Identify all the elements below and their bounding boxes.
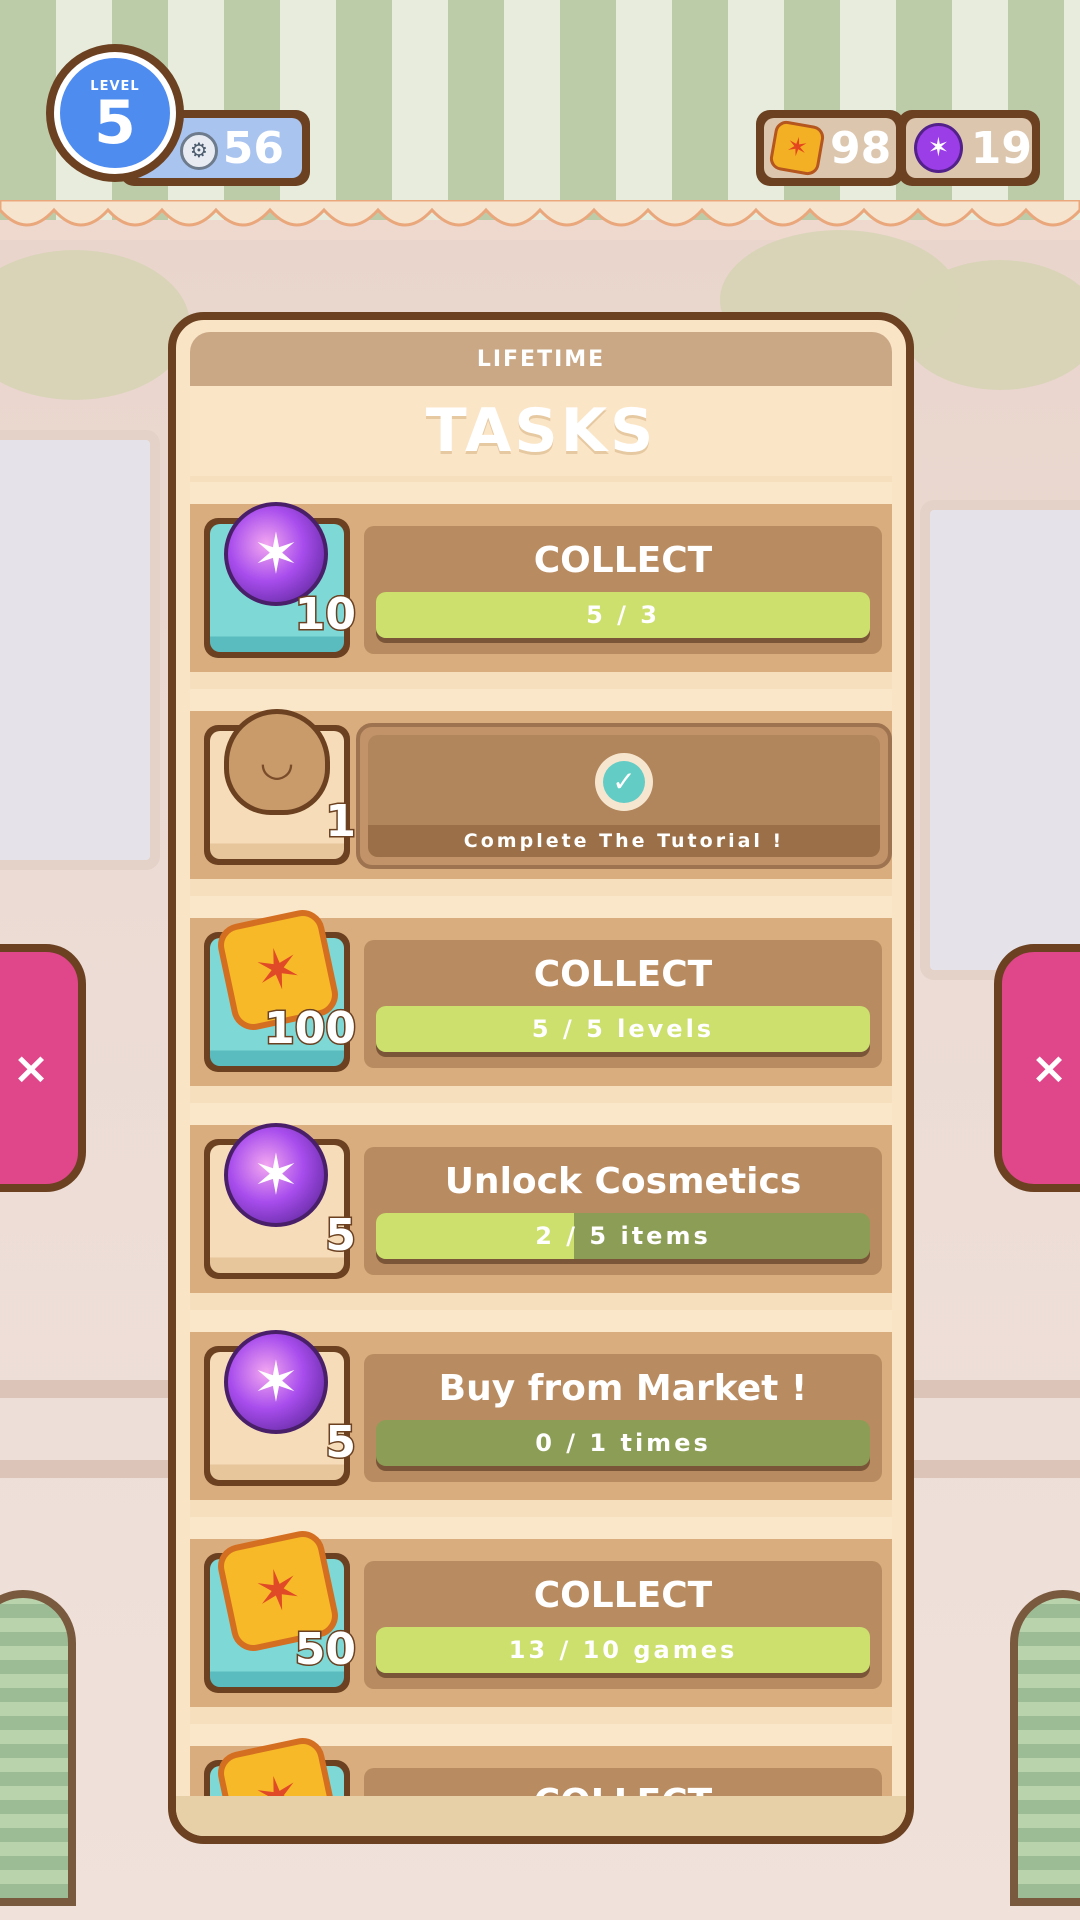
checkmark-icon: ✓	[595, 753, 653, 811]
task-info: COLLECT 5 / 5 levels	[364, 940, 882, 1068]
gem-counter[interactable]: ✶ 19	[898, 110, 1040, 186]
panel-title-text: TASKS	[425, 396, 657, 466]
task-progress-text: 0 / 1 times	[535, 1429, 711, 1457]
gem-value: 19	[970, 122, 1032, 174]
task-row[interactable]: ✶ 10 COLLECT 5 / 3	[190, 482, 892, 672]
reward-tile: ✶ 50	[204, 1526, 358, 1693]
reward-amount: 5	[324, 1209, 358, 1263]
reward-amount: 10	[293, 588, 357, 642]
background-plant	[0, 1590, 76, 1906]
panel-bottom-edge	[176, 1796, 906, 1836]
task-info: Buy from Market ! 0 / 1 times	[364, 1354, 882, 1482]
purple-gem-icon: ✶	[224, 1123, 328, 1227]
completed-task-label: Complete The Tutorial !	[368, 825, 880, 857]
panel-title: TASKS	[190, 386, 892, 476]
right-close-button[interactable]: ×	[994, 944, 1080, 1192]
reward-amount: 1	[324, 795, 358, 849]
coin-value: 98	[830, 122, 892, 174]
task-row[interactable]: ✶ 5 Buy from Market ! 0 / 1 times	[190, 1310, 892, 1500]
background-window	[0, 430, 160, 870]
task-progress-text: 2 / 5 items	[535, 1222, 711, 1250]
close-icon: ×	[12, 1042, 50, 1094]
reward-amount: 100	[263, 1002, 358, 1056]
task-row[interactable]: ✶ 5 Unlock Cosmetics 2 / 5 items	[190, 1103, 892, 1293]
purple-gem-icon: ✶	[224, 1330, 328, 1434]
reward-tile: ✶ 5	[204, 1123, 357, 1279]
task-progress-text: 5 / 3	[586, 601, 660, 629]
awning-scalloped-edge	[0, 200, 1080, 227]
level-number: 5	[94, 87, 136, 158]
reward-tile: ◡ 1	[204, 709, 357, 865]
purple-gem-icon: ✶	[914, 123, 963, 173]
reward-tile: ✶ 5	[204, 1330, 357, 1486]
reward-tile: ✶	[204, 1733, 350, 1800]
level-badge[interactable]: LEVEL 5	[46, 44, 184, 182]
task-row[interactable]: ✶COLLECT	[190, 1724, 892, 1800]
task-label: COLLECT	[533, 954, 713, 995]
close-icon: ×	[1030, 1042, 1068, 1094]
reward-tile: ✶ 10	[204, 502, 358, 658]
task-info: COLLECT 13 / 10 games	[364, 1561, 882, 1689]
task-row[interactable]: ◡ 1 ✓ Complete The Tutorial !	[190, 689, 892, 879]
task-row[interactable]: ✶ 50 COLLECT 13 / 10 games	[190, 1517, 892, 1707]
task-info: COLLECT 5 / 3	[364, 526, 882, 654]
coin-counter[interactable]: ✶ 98	[756, 110, 904, 186]
task-row[interactable]: ✶ 100 COLLECT 5 / 5 levels	[190, 896, 892, 1086]
task-info: Unlock Cosmetics 2 / 5 items	[364, 1147, 882, 1275]
task-list[interactable]: ✶ 10 COLLECT 5 / 3 ◡ 1 ✓ Complete The Tutorial …	[190, 476, 892, 1800]
tasks-panel: LIFETIME TASKS ✶ 10 COLLECT 5 / 3 ◡ 1 ✓ Complet…	[168, 312, 914, 1844]
lifetime-tab[interactable]: LIFETIME	[190, 332, 892, 386]
completed-task-box[interactable]: ✓ Complete The Tutorial !	[356, 723, 892, 869]
task-label: COLLECT	[533, 540, 713, 581]
task-progress-bar: 5 / 5 levels	[376, 1006, 870, 1052]
reward-amount: 50	[293, 1623, 357, 1677]
star-coin-icon: ✶	[768, 119, 826, 177]
background-plant	[1010, 1590, 1080, 1906]
task-progress-bar: 13 / 10 games	[376, 1627, 870, 1673]
star-coin-icon: ✶	[213, 1733, 343, 1800]
task-label: Buy from Market !	[438, 1368, 808, 1409]
task-progress-bar: 0 / 1 times	[376, 1420, 870, 1466]
task-label: Unlock Cosmetics	[444, 1161, 802, 1202]
xp-value: 56	[222, 122, 284, 174]
task-progress-bar: 5 / 3	[376, 592, 870, 638]
reward-amount: 5	[324, 1416, 358, 1470]
sack-character-icon: ◡	[224, 709, 330, 815]
completed-task-inner: ✓ Complete The Tutorial !	[368, 735, 880, 857]
task-progress-text: 5 / 5 levels	[531, 1015, 715, 1043]
task-progress-bar: 2 / 5 items	[376, 1213, 870, 1259]
gear-badge-icon: ⚙	[180, 132, 218, 170]
background-window	[920, 500, 1080, 980]
reward-tile: ✶ 100	[204, 905, 357, 1072]
task-progress-text: 13 / 10 games	[508, 1636, 738, 1664]
lifetime-tab-label: LIFETIME	[476, 346, 606, 372]
task-label: COLLECT	[533, 1575, 713, 1616]
left-close-button[interactable]: ×	[0, 944, 86, 1192]
